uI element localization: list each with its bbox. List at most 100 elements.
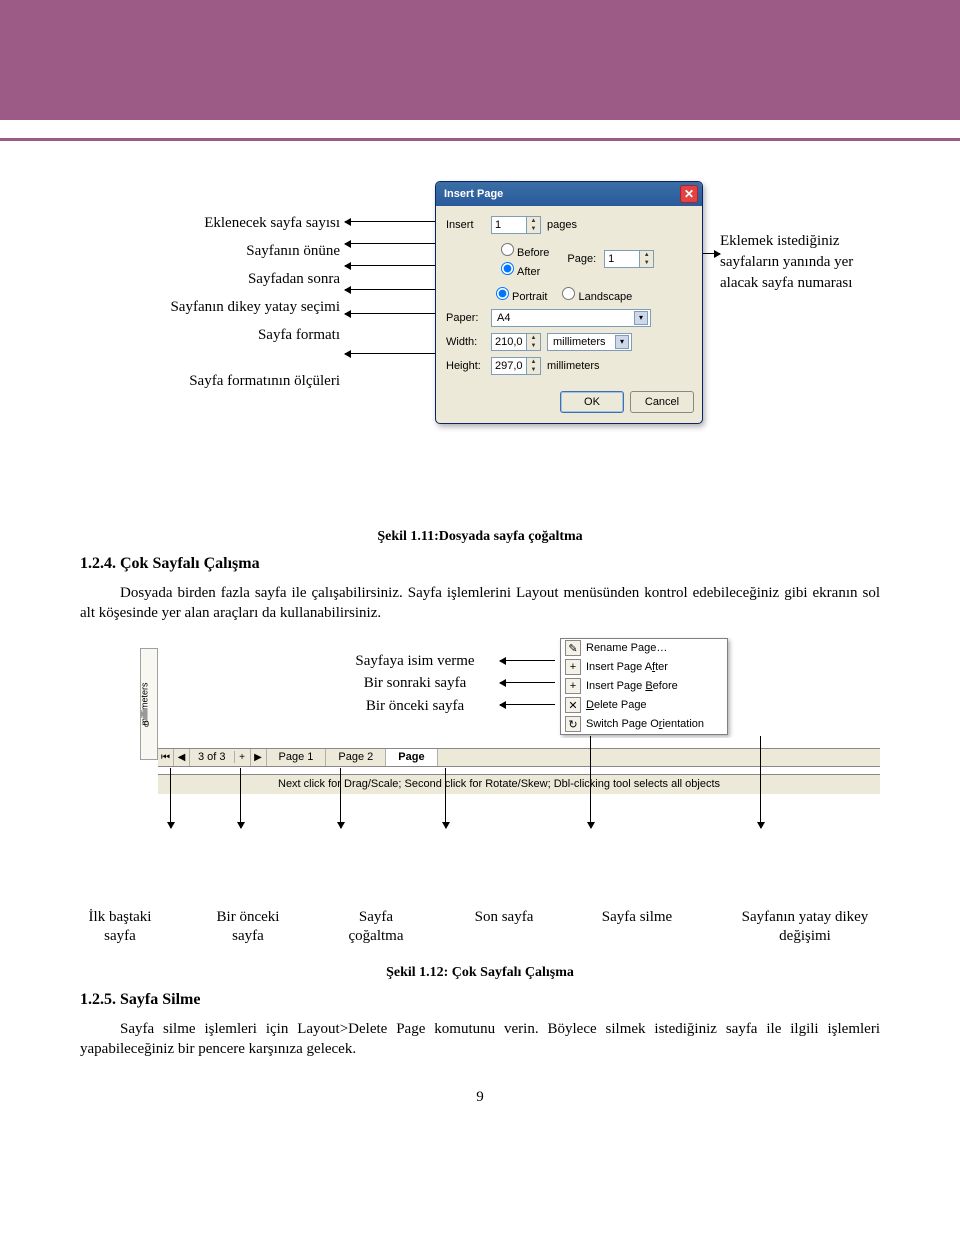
switch-orientation-icon: ↻ [565, 716, 581, 732]
before-radio[interactable]: Before [496, 240, 549, 259]
page-number: 9 [80, 1089, 880, 1106]
anno-paper: Sayfa formatı [80, 323, 340, 347]
arrow [500, 660, 555, 661]
landscape-radio[interactable]: Landscape [557, 284, 632, 303]
page-navigator-bar: ⏮ ◀ 3 of 3 + ▶ Page 1 Page 2 Page [158, 748, 880, 767]
page-counter: 3 of 3 [190, 751, 235, 763]
arrow [345, 289, 435, 290]
arrow [345, 353, 435, 354]
section-1-2-4-body: Dosyada birden fazla sayfa ile çalışabil… [80, 583, 880, 624]
arrow [445, 768, 446, 828]
paper-select[interactable]: A4 ▾ [491, 309, 651, 327]
section-1-2-4-title: 1.2.4. Çok Sayfalı Çalışma [80, 555, 880, 573]
anno-dimensions: Sayfa formatının ölçüleri [80, 369, 340, 393]
first-page-icon[interactable]: ⏮ [158, 749, 174, 766]
after-radio[interactable]: After [496, 259, 549, 278]
arrow [760, 736, 761, 828]
bottom-annotations: İlk baştaki sayfa Bir önceki sayfa Sayfa… [80, 908, 880, 947]
chevron-down-icon[interactable]: ▾ [634, 311, 648, 325]
arrow [170, 768, 171, 828]
vertical-ruler: millimeters 0 [140, 648, 158, 760]
anno-prev: Bir önceki sayfa [330, 695, 500, 718]
menu-rename-page[interactable]: ✎ Rename Page… [561, 639, 727, 658]
arrow [345, 243, 435, 244]
lbl-first-page: İlk baştaki sayfa [80, 908, 160, 947]
prev-page-icon[interactable]: ◀ [174, 749, 190, 766]
arrow [345, 313, 435, 314]
page-context-menu: ✎ Rename Page… + Insert Page After + Ins… [560, 638, 728, 735]
arrow [345, 265, 435, 266]
cancel-button[interactable]: Cancel [630, 391, 694, 413]
header-band [0, 0, 960, 120]
insert-label: Insert [446, 219, 491, 231]
add-page-icon[interactable]: + [235, 749, 251, 766]
width-label: Width: [446, 336, 491, 348]
close-icon[interactable]: ✕ [680, 185, 698, 203]
arrow [345, 221, 435, 222]
spinner-arrows-icon[interactable]: ▲▼ [639, 251, 653, 267]
page-spinner[interactable]: ▲▼ [604, 250, 654, 268]
page-value[interactable] [605, 251, 639, 267]
chevron-down-icon[interactable]: ▾ [615, 335, 629, 349]
section-1-2-5-body: Sayfa silme işlemleri için Layout>Delete… [80, 1019, 880, 1060]
menu-switch-orientation[interactable]: ↻ Switch Page Orientation [561, 715, 727, 734]
mid-annotations: Sayfaya isim verme Bir sonraki sayfa Bir… [330, 650, 500, 718]
left-annotations: Eklenecek sayfa sayısı Sayfanın önüne Sa… [80, 211, 340, 397]
spinner-arrows-icon[interactable]: ▲▼ [526, 334, 540, 350]
page-tab-1[interactable]: Page 1 [267, 749, 327, 766]
dialog-titlebar[interactable]: Insert Page ✕ [436, 182, 702, 206]
width-unit-select[interactable]: millimeters ▾ [547, 333, 632, 351]
arrow [590, 736, 591, 828]
spinner-arrows-icon[interactable]: ▲▼ [526, 217, 540, 233]
figure-insert-page: Eklenecek sayfa sayısı Sayfanın önüne Sa… [80, 181, 880, 511]
insert-value[interactable] [492, 217, 526, 233]
insert-before-icon: + [565, 678, 581, 694]
lbl-last-page: Son sayfa [464, 908, 544, 947]
menu-insert-after[interactable]: + Insert Page After [561, 658, 727, 677]
section-1-2-5-title: 1.2.5. Sayfa Silme [80, 991, 880, 1009]
pages-word: pages [547, 219, 577, 231]
page-tab-2[interactable]: Page 2 [326, 749, 386, 766]
menu-delete-page[interactable]: ✕ Delete Page [561, 696, 727, 715]
dialog-title: Insert Page [444, 188, 503, 200]
ok-button[interactable]: OK [560, 391, 624, 413]
arrow [500, 682, 555, 683]
lbl-delete-page: Sayfa silme [592, 908, 682, 947]
page-label: Page: [567, 253, 596, 265]
height-unit: millimeters [547, 360, 600, 372]
insert-spinner[interactable]: ▲▼ [491, 216, 541, 234]
rename-icon: ✎ [565, 640, 581, 656]
delete-icon: ✕ [565, 697, 581, 713]
insert-after-icon: + [565, 659, 581, 675]
height-value[interactable] [492, 358, 526, 374]
paper-label: Paper: [446, 312, 491, 324]
arrow [340, 768, 341, 828]
height-label: Height: [446, 360, 491, 372]
figure1-caption: Şekil 1.11:Dosyada sayfa çoğaltma [80, 529, 880, 545]
anno-before: Sayfanın önüne [80, 239, 340, 263]
lbl-duplicate: Sayfa çoğaltma [336, 908, 416, 947]
spinner-arrows-icon[interactable]: ▲▼ [526, 358, 540, 374]
anno-insert-count: Eklenecek sayfa sayısı [80, 211, 340, 235]
lbl-prev-page: Bir önceki sayfa [208, 908, 288, 947]
width-value[interactable] [492, 334, 526, 350]
height-spinner[interactable]: ▲▼ [491, 357, 541, 375]
anno-orientation: Sayfanın dikey yatay seçimi [80, 295, 340, 319]
width-spinner[interactable]: ▲▼ [491, 333, 541, 351]
anno-next: Bir sonraki sayfa [330, 672, 500, 695]
anno-rename: Sayfaya isim verme [330, 650, 500, 673]
status-bar: Next click for Drag/Scale; Second click … [158, 774, 880, 794]
figure-page-bar: Sayfaya isim verme Bir sonraki sayfa Bir… [80, 638, 880, 858]
menu-insert-before[interactable]: + Insert Page Before [561, 677, 727, 696]
anno-page-number: Eklemek istediğiniz sayfaların yanında y… [720, 231, 880, 294]
arrow [500, 704, 555, 705]
anno-after: Sayfadan sonra [80, 267, 340, 291]
figure2-caption: Şekil 1.12: Çok Sayfalı Çalışma [80, 965, 880, 981]
lbl-orientation: Sayfanın yatay dikey değişimi [730, 908, 880, 947]
page-tab-3[interactable]: Page [386, 749, 437, 766]
arrow [240, 768, 241, 828]
portrait-radio[interactable]: Portrait [491, 284, 547, 303]
status-text: Next click for Drag/Scale; Second click … [278, 778, 720, 790]
insert-page-dialog: Insert Page ✕ Insert ▲▼ pages Before A [435, 181, 703, 424]
next-page-icon[interactable]: ▶ [251, 749, 267, 766]
